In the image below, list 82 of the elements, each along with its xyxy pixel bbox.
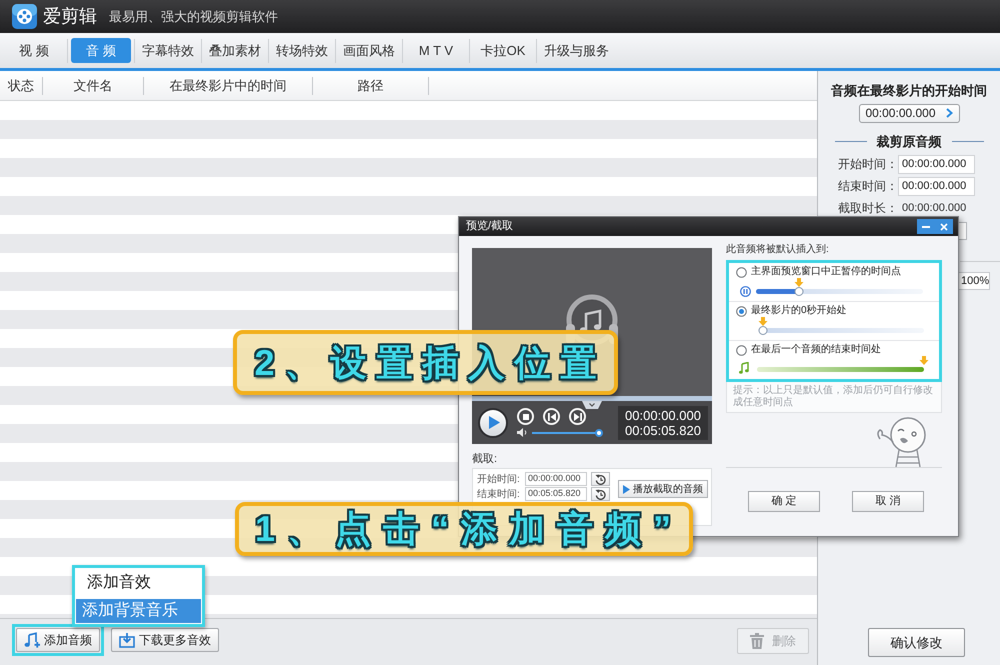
- app-slogan: 最易用、强大的视频剪辑软件: [109, 8, 278, 26]
- minimize-button[interactable]: [917, 219, 935, 234]
- radio-button[interactable]: [736, 306, 747, 316]
- time-input[interactable]: 00:00:00.000: [898, 176, 975, 196]
- marker-arrow-icon: [794, 278, 804, 287]
- field-label: 开始时间:: [477, 472, 521, 486]
- field-label: 结束时间：: [838, 178, 898, 195]
- option-label: 主界面预览窗口中正暂停的时间点: [751, 266, 901, 278]
- marker-arrow-icon: [758, 317, 768, 326]
- trash-icon: [750, 633, 764, 649]
- time-input[interactable]: 00:00:00.000: [898, 154, 975, 174]
- music-note-icon: [739, 362, 749, 374]
- field-label: 结束时间:: [477, 488, 521, 502]
- tab[interactable]: 转场特效: [272, 38, 332, 63]
- app-logo-icon: [12, 4, 37, 29]
- collapse-tab-icon[interactable]: [582, 401, 602, 409]
- close-button[interactable]: [935, 219, 953, 234]
- hint-text: 提示：以上只是默认值，添加后仍可自行修改成任意时间点: [726, 382, 942, 413]
- option-label: 最终影片的0秒开始处: [751, 305, 847, 317]
- tab[interactable]: 画面风格: [339, 38, 399, 63]
- field-label: 开始时间：: [838, 156, 898, 173]
- current-time: 00:00:00.000: [625, 408, 701, 422]
- column-header[interactable]: 在最终影片中的时间: [144, 76, 312, 96]
- ok-button[interactable]: 确 定: [748, 491, 820, 512]
- next-icon: [574, 412, 582, 420]
- history-icon: [595, 474, 606, 484]
- dialog-title: 预览/截取: [466, 219, 514, 234]
- section-title: 音频在最终影片的开始时间: [830, 82, 988, 100]
- section-heading: 裁剪原音频: [876, 132, 942, 150]
- pause-icon[interactable]: [740, 286, 751, 297]
- section-label: 截取:: [472, 453, 498, 465]
- slider-thumb[interactable]: [794, 287, 804, 296]
- add-audio-button[interactable]: 添加音频: [16, 628, 100, 652]
- duration-value: 00:00:00.000: [901, 200, 966, 216]
- previous-icon: [548, 412, 556, 420]
- column-header[interactable]: 文件名: [43, 76, 143, 96]
- field-label: 截取时长：: [838, 200, 898, 217]
- column-header[interactable]: 路径: [313, 76, 428, 96]
- music-note-plus-icon: [24, 632, 40, 648]
- tab[interactable]: M T V: [406, 38, 466, 63]
- start-time-button[interactable]: 00:00:00.000: [858, 104, 960, 122]
- next-frame-button[interactable]: [569, 408, 586, 425]
- reset-button[interactable]: [591, 472, 610, 486]
- tab[interactable]: 视 频: [4, 38, 64, 63]
- annotation-callout: 1、点击“添加音频”: [235, 502, 693, 556]
- seek-track[interactable]: [472, 396, 712, 401]
- tab[interactable]: 字幕特效: [138, 38, 198, 63]
- stop-icon: [522, 414, 528, 420]
- cancel-button[interactable]: 取 消: [852, 491, 924, 512]
- play-icon: [623, 484, 630, 494]
- section-label: 此音频将被默认插入到:: [726, 244, 830, 256]
- volume-thumb[interactable]: [595, 428, 604, 436]
- tab[interactable]: 升级与服务: [540, 38, 613, 63]
- option-label: 在最后一个音频的结束时间处: [751, 344, 881, 356]
- confirm-button[interactable]: 确认修改: [868, 628, 965, 657]
- previous-frame-button[interactable]: [543, 408, 560, 425]
- reset-button[interactable]: [591, 487, 610, 501]
- play-selection-button[interactable]: 播放截取的音频: [618, 480, 708, 498]
- play-button[interactable]: [478, 408, 508, 438]
- menu-item[interactable]: 添加音效: [76, 569, 201, 596]
- chevron-right-icon: [946, 108, 953, 118]
- radio-button[interactable]: [736, 266, 747, 278]
- minimize-icon: [922, 226, 930, 228]
- total-time: 00:05:05.820: [625, 422, 701, 438]
- download-button[interactable]: 下载更多音效: [111, 628, 219, 652]
- column-header[interactable]: 状态: [0, 76, 42, 96]
- speaker-icon: [517, 428, 528, 437]
- marker-arrow-icon: [920, 356, 928, 365]
- history-icon: [595, 488, 606, 500]
- annotation-callout: 2、设置插入位置: [233, 330, 618, 395]
- radio-button[interactable]: [736, 344, 747, 356]
- close-icon: [940, 222, 948, 230]
- time-input[interactable]: 00:05:05.820: [525, 487, 587, 501]
- tab[interactable]: 叠加素材: [205, 38, 265, 63]
- download-icon: [119, 632, 135, 648]
- time-input[interactable]: 00:00:00.000: [525, 472, 587, 486]
- stop-button[interactable]: [517, 408, 534, 425]
- app-name: 爱剪辑: [43, 5, 97, 28]
- tab[interactable]: 卡拉OK: [473, 38, 533, 63]
- play-icon: [488, 416, 500, 429]
- volume-field[interactable]: 100%: [958, 272, 990, 290]
- slider-thumb[interactable]: [758, 326, 768, 335]
